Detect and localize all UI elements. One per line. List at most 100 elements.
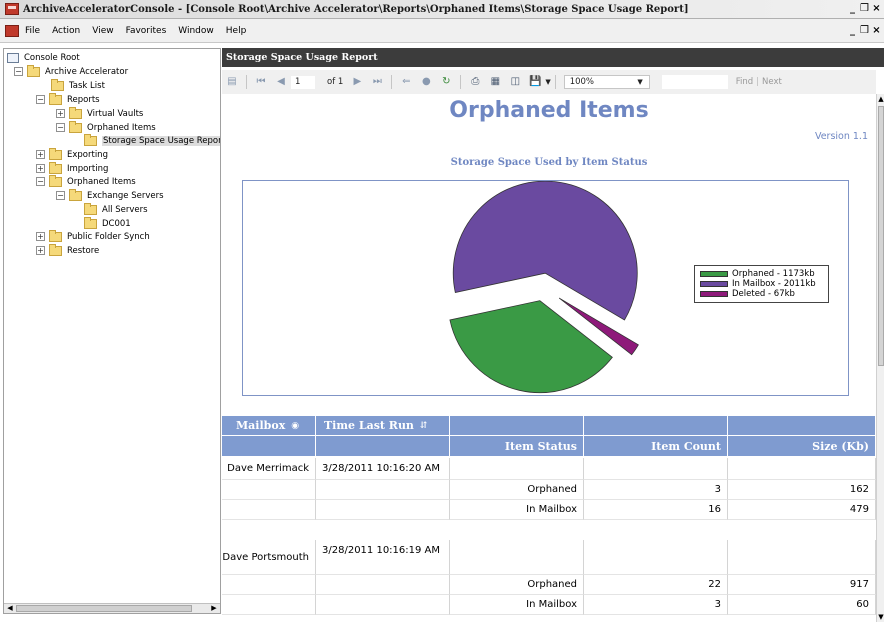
zoom-select[interactable]: 100% ▼ [563, 75, 650, 89]
tree-node-public-folder-synch[interactable]: + Public Folder Synch [36, 229, 150, 243]
export-dropdown-icon[interactable]: ▼ [545, 78, 550, 86]
minimize-button[interactable]: _ [847, 2, 858, 15]
empty-cell [222, 480, 316, 500]
document-icon[interactable] [5, 24, 19, 37]
back-icon[interactable]: ⇐ [400, 76, 412, 88]
report-toolbar: ▤ ⏮ ◀ 1 of 1 ▶ ⏭ ⇐ ● ↻ ⎙ ▦ ◫ 💾 ▼ 100% ▼ … [222, 70, 876, 94]
collapse-icon[interactable]: − [36, 177, 45, 186]
page-setup-icon[interactable]: ◫ [509, 76, 521, 88]
tree-node-label: Archive Accelerator [45, 66, 129, 77]
expand-icon[interactable]: + [36, 164, 45, 173]
column-header-size: Size (Kb) [728, 436, 876, 457]
find-input[interactable] [661, 75, 728, 89]
menu-view[interactable]: View [92, 26, 113, 36]
tree-node-exchange-servers[interactable]: − Exchange Servers [56, 188, 164, 202]
print-layout-icon[interactable]: ▦ [489, 76, 501, 88]
menu-file[interactable]: File [25, 26, 40, 36]
size-cell: 479 [728, 500, 876, 520]
folder-icon [49, 161, 62, 174]
next-link[interactable]: Next [762, 77, 782, 87]
empty-cell [222, 575, 316, 595]
expand-icon[interactable]: + [56, 109, 65, 118]
collapse-icon[interactable]: − [14, 67, 23, 76]
legend-item-in-mailbox: In Mailbox - 2011kb [700, 279, 823, 289]
tree-horizontal-scrollbar[interactable]: ◀ ▶ [4, 603, 220, 613]
export-icon[interactable]: 💾 [529, 76, 541, 88]
refresh-icon[interactable]: ↻ [440, 76, 452, 88]
app-icon[interactable] [5, 3, 19, 15]
tree-node-orphaned-items-2[interactable]: − Orphaned Items [36, 174, 136, 188]
expand-icon[interactable]: + [36, 232, 45, 241]
page-number-input[interactable]: 1 [291, 75, 315, 89]
time-cell: 3/28/2011 10:16:19 AM [316, 540, 450, 575]
report-body: Orphaned Items Version 1.1 Storage Space… [222, 94, 876, 622]
previous-page-icon[interactable]: ◀ [275, 76, 287, 88]
tree-node-task-list[interactable]: Task List [51, 78, 105, 92]
first-page-icon[interactable]: ⏮ [255, 76, 267, 88]
pie-slice-orphaned [449, 300, 613, 394]
table-row: Orphaned 3 162 [222, 480, 876, 500]
doc-close-button[interactable]: × [871, 24, 882, 37]
tree-node-orphaned-items[interactable]: − Orphaned Items [56, 120, 156, 134]
table-header-row-1: Mailbox ◉ Time Last Run ⇵ [222, 416, 876, 436]
print-icon[interactable]: ⎙ [469, 76, 481, 88]
scroll-thumb[interactable] [16, 605, 192, 612]
tree-node-reports[interactable]: − Reports [36, 92, 100, 106]
menu-window[interactable]: Window [178, 26, 214, 36]
empty-cell [450, 458, 584, 480]
zoom-value: 100% [569, 77, 595, 87]
count-cell: 3 [584, 595, 728, 615]
scroll-thumb[interactable] [878, 106, 884, 366]
menu-favorites[interactable]: Favorites [126, 26, 167, 36]
document-window-controls: _ ❒ × [847, 24, 882, 37]
restore-button[interactable]: ❒ [859, 2, 870, 15]
scroll-down-icon[interactable]: ▼ [877, 613, 884, 621]
scroll-right-icon[interactable]: ▶ [209, 604, 219, 613]
legend-label: Orphaned - 1173kb [732, 269, 815, 279]
tree-node-storage-space-usage-report[interactable]: Storage Space Usage Repor [84, 133, 220, 147]
tree-node-archive-accelerator[interactable]: − Archive Accelerator [14, 64, 129, 78]
folder-icon [27, 64, 40, 77]
collapse-icon[interactable]: − [56, 123, 65, 132]
expand-icon[interactable]: + [36, 150, 45, 159]
report-vertical-scrollbar[interactable]: ▲ ▼ [876, 94, 884, 622]
menu-action[interactable]: Action [52, 26, 80, 36]
header-spacer [316, 436, 450, 457]
tree-node-exporting[interactable]: + Exporting [36, 147, 108, 161]
doc-restore-button[interactable]: ❒ [859, 24, 870, 37]
header-spacer [584, 416, 728, 436]
find-link[interactable]: Find [736, 77, 753, 87]
tree-node-restore[interactable]: + Restore [36, 243, 100, 257]
scroll-left-icon[interactable]: ◀ [5, 604, 15, 613]
tree-node-all-servers[interactable]: All Servers [84, 202, 148, 216]
column-header-mailbox[interactable]: Mailbox ◉ [222, 416, 316, 436]
last-page-icon[interactable]: ⏭ [371, 76, 383, 88]
table-row: Dave Merrimack 3/28/2011 10:16:20 AM [222, 458, 876, 480]
next-page-icon[interactable]: ▶ [351, 76, 363, 88]
close-button[interactable]: × [871, 2, 882, 15]
mailbox-cell: Dave Portsmouth [222, 540, 316, 575]
tree-node-virtual-vaults[interactable]: + Virtual Vaults [56, 106, 143, 120]
legend-label: Deleted - 67kb [732, 289, 795, 299]
table-row: Dave Portsmouth 3/28/2011 10:16:19 AM [222, 540, 876, 575]
tree-node-label: Restore [67, 245, 100, 256]
collapse-icon[interactable]: − [56, 191, 65, 200]
menu-help[interactable]: Help [226, 26, 247, 36]
collapse-icon[interactable]: − [36, 95, 45, 104]
stop-icon[interactable]: ● [420, 76, 432, 88]
sort-icon[interactable]: ◉ [291, 421, 299, 431]
doc-minimize-button[interactable]: _ [847, 24, 858, 37]
empty-cell [316, 595, 450, 615]
folder-icon [69, 188, 82, 201]
tree-node-label: Exchange Servers [87, 190, 164, 201]
header-spacer [728, 416, 876, 436]
document-map-icon[interactable]: ▤ [226, 76, 238, 88]
tree-node-label: Task List [69, 80, 105, 91]
tree-node-importing[interactable]: + Importing [36, 161, 108, 175]
expand-icon[interactable]: + [36, 246, 45, 255]
tree-node-console-root[interactable]: Console Root [7, 51, 80, 64]
sort-icon[interactable]: ⇵ [420, 421, 428, 431]
tree-node-dc001[interactable]: DC001 [84, 216, 131, 230]
column-header-time-last-run[interactable]: Time Last Run ⇵ [316, 416, 450, 436]
scroll-up-icon[interactable]: ▲ [877, 95, 884, 103]
